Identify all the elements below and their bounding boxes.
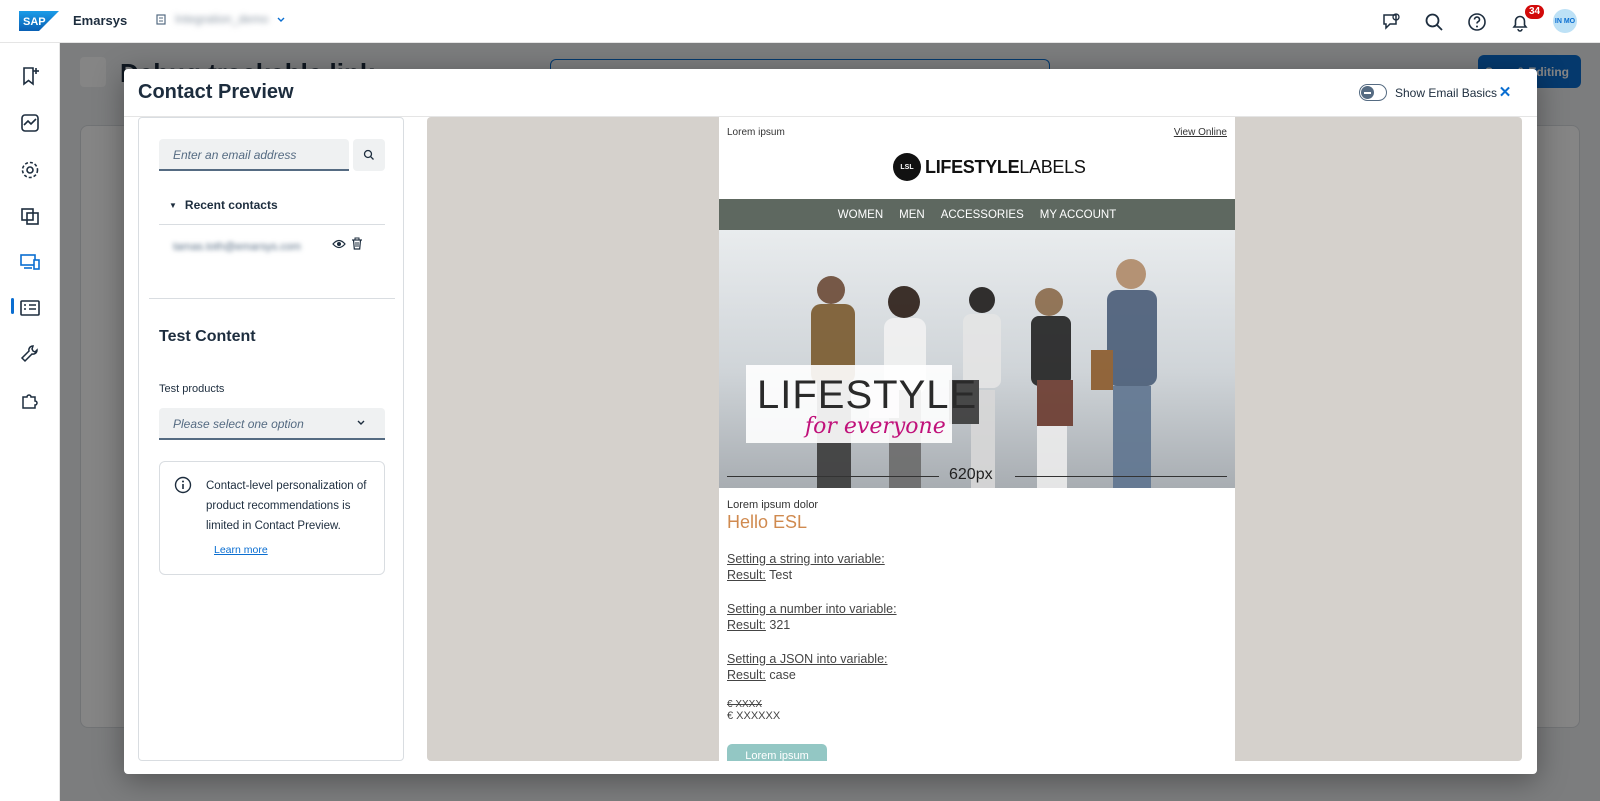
email-input[interactable]: Enter an email address	[159, 139, 349, 171]
recent-divider	[159, 224, 385, 225]
variable-block-json: Setting a JSON into variable: Result: ca…	[727, 651, 1227, 683]
search-icon	[363, 149, 374, 160]
chevron-down-icon	[277, 17, 285, 22]
nav-my-account[interactable]: MY ACCOUNT	[1040, 209, 1116, 221]
nav-men[interactable]: MEN	[899, 209, 925, 221]
app-name: Emarsys	[73, 13, 128, 28]
account-name: Integration_demo	[175, 12, 269, 26]
puzzle-icon[interactable]	[19, 389, 41, 411]
svg-text:SAP: SAP	[23, 16, 46, 28]
variable-block-number: Setting a number into variable: Result: …	[727, 601, 1227, 633]
result-label: Result:	[727, 618, 766, 632]
notification-badge: 34	[1525, 5, 1545, 19]
contacts-card-icon[interactable]	[19, 297, 41, 319]
new-price: € XXXXXX	[727, 710, 781, 722]
recent-contacts-label: Recent contacts	[184, 198, 278, 212]
toggle-knob	[1361, 86, 1374, 99]
variable-label: Setting a string into variable:	[727, 552, 885, 566]
result-value: case	[765, 668, 796, 682]
email-preview-area: Lorem ipsum View Online LSL LIFESTYLELAB…	[427, 117, 1522, 761]
account-selector[interactable]: Integration_demo	[155, 12, 286, 26]
info-icon	[174, 476, 192, 494]
top-bar: SAP Emarsys Integration_demo 34 IN MO	[0, 0, 1600, 43]
show-email-basics-toggle[interactable]	[1359, 84, 1387, 101]
caret-down-icon: ▼	[169, 200, 177, 210]
sap-logo[interactable]: SAP	[19, 11, 59, 31]
result-label: Result:	[727, 568, 766, 582]
select-placeholder: Please select one option	[173, 417, 304, 431]
contact-panel: Enter an email address ▼ Recent contacts…	[138, 117, 404, 761]
info-text: Contact-level personalization of product…	[206, 480, 367, 532]
result-value: 321	[765, 618, 791, 632]
nav-women[interactable]: WOMEN	[838, 209, 883, 221]
recent-contact-item[interactable]: tamas.toth@emarsys.com	[173, 238, 303, 257]
channels-devices-icon[interactable]	[19, 251, 41, 273]
learn-more-link[interactable]: Learn more	[214, 544, 268, 556]
width-guide-right	[1015, 476, 1227, 477]
greeting: Hello ESL	[727, 512, 808, 532]
rail-active-indicator	[11, 298, 14, 314]
left-nav-rail	[0, 43, 60, 801]
brand-light-text: LABELS	[1019, 156, 1086, 177]
email-search-button[interactable]	[353, 139, 385, 171]
info-message: Contact-level personalization of product…	[159, 461, 385, 575]
result-label: Result:	[727, 668, 766, 682]
automation-gear-icon[interactable]	[19, 159, 41, 181]
wrench-icon[interactable]	[19, 343, 41, 365]
brand-badge: LSL	[893, 153, 921, 181]
variable-result: Result: 321	[727, 617, 1227, 633]
variable-result: Result: case	[727, 667, 1227, 683]
old-price: € XXXX	[727, 699, 763, 710]
nav-accessories[interactable]: ACCESSORIES	[941, 209, 1024, 221]
bookmark-add-icon[interactable]	[19, 65, 41, 87]
recent-contacts-toggle[interactable]: ▼ Recent contacts	[169, 198, 278, 212]
analytics-icon[interactable]	[19, 112, 41, 134]
hero-title: LIFESTYLE	[757, 373, 978, 417]
close-button[interactable]: ✕	[1495, 82, 1515, 102]
search-icon[interactable]	[1423, 11, 1445, 33]
eye-icon[interactable]	[332, 238, 346, 250]
hero-image: LIFESTYLE for everyone 620px	[719, 230, 1235, 488]
chevron-down-icon	[357, 420, 365, 425]
brand-wordmark: LIFESTYLELABELS	[925, 157, 1086, 178]
variable-label: Setting a number into variable:	[727, 602, 897, 616]
trash-icon[interactable]	[351, 237, 363, 250]
width-guide-left	[727, 476, 939, 477]
hero-subtitle: for everyone	[805, 414, 946, 439]
email-body: Lorem ipsum dolor Hello ESL Setting a st…	[727, 499, 1227, 722]
variable-label: Setting a JSON into variable:	[727, 652, 888, 666]
preheader-text: Lorem ipsum	[727, 127, 785, 138]
show-email-basics-toggle-group: Show Email Basics	[1359, 84, 1497, 101]
contact-preview-dialog: Contact Preview Show Email Basics ✕ Ente…	[124, 69, 1537, 774]
brand-bold-text: LIFESTYLE	[925, 156, 1020, 177]
brand-logo: LSL LIFESTYLELABELS	[893, 153, 1086, 181]
building-icon	[156, 14, 166, 25]
hero-people-illustration	[811, 259, 1157, 488]
test-products-select[interactable]: Please select one option	[159, 408, 385, 440]
avatar[interactable]: IN MO	[1553, 9, 1577, 33]
cta-button[interactable]: Lorem ipsum	[727, 744, 827, 761]
test-products-label: Test products	[159, 383, 225, 395]
feedback-icon[interactable]	[1381, 11, 1403, 33]
variable-result: Result: Test	[727, 567, 1227, 583]
show-email-basics-label: Show Email Basics	[1395, 85, 1498, 100]
width-label: 620px	[949, 466, 993, 483]
help-icon[interactable]	[1466, 11, 1488, 33]
intro-text: Lorem ipsum dolor	[727, 499, 819, 511]
variable-block-string: Setting a string into variable: Result: …	[727, 551, 1227, 583]
section-divider	[149, 298, 395, 299]
email-canvas: Lorem ipsum View Online LSL LIFESTYLELAB…	[719, 117, 1235, 761]
dialog-title: Contact Preview	[138, 81, 294, 103]
content-icon[interactable]	[19, 205, 41, 227]
test-content-heading: Test Content	[159, 328, 256, 345]
email-nav: WOMEN MEN ACCESSORIES MY ACCOUNT	[719, 199, 1235, 230]
view-online-link[interactable]: View Online	[1174, 127, 1227, 138]
result-value: Test	[765, 568, 793, 582]
